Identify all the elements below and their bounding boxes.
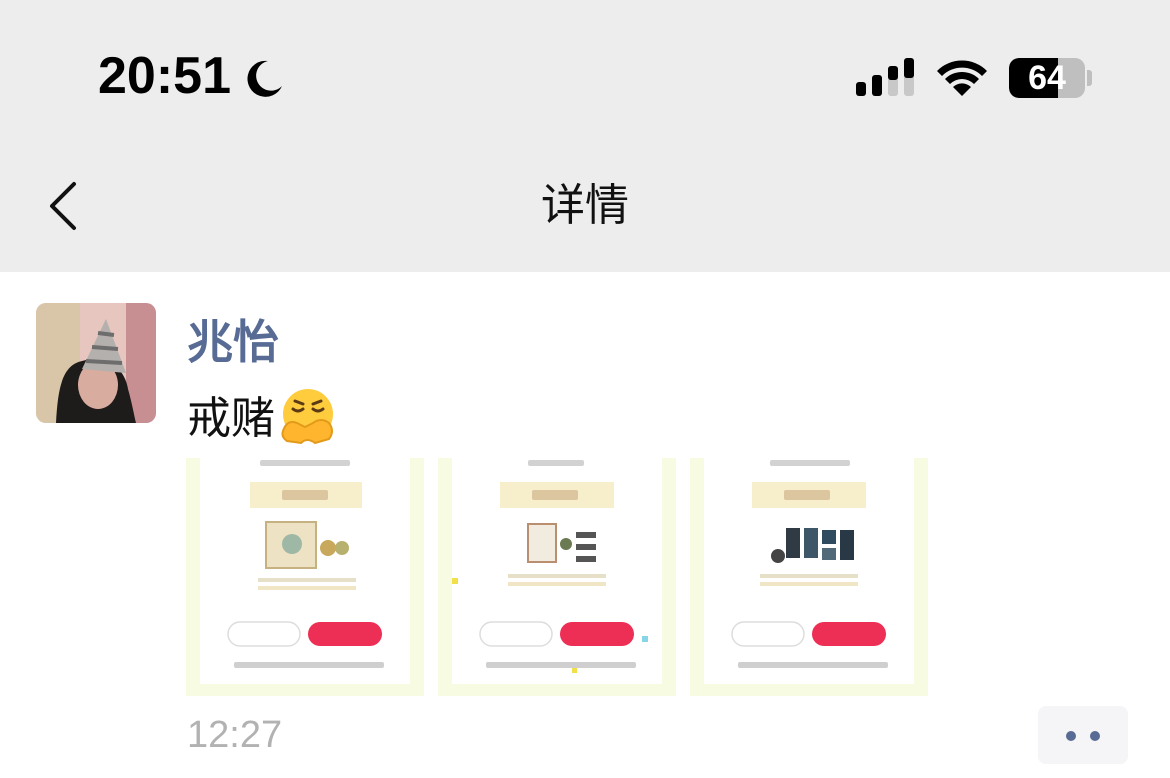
cellular-signal-icon (856, 58, 914, 96)
battery-cap (1087, 70, 1092, 86)
post-image-2-page (452, 458, 662, 684)
avatar[interactable] (36, 303, 156, 423)
post-image-2-content (452, 460, 648, 673)
moon-icon (247, 60, 282, 97)
face-with-hand-over-mouth-icon (281, 389, 333, 445)
battery-level-text: 64 (1028, 59, 1066, 97)
more-dot (1090, 731, 1100, 741)
post-text-content: 戒赌 (187, 393, 275, 444)
battery-icon: 64 (1009, 58, 1085, 98)
post-image-1-page (200, 458, 410, 684)
wifi-icon (937, 60, 987, 96)
more-dots-icon[interactable] (1038, 706, 1128, 764)
post-image-3-page (704, 458, 914, 684)
page-title: 详情 (541, 180, 629, 231)
post-image-1[interactable] (186, 458, 424, 696)
avatar-photo (36, 303, 156, 423)
post-image-1-content (227, 460, 384, 668)
post-image-3[interactable] (690, 458, 928, 696)
status-time: 20:51 (98, 47, 231, 105)
post-image-2[interactable] (438, 458, 676, 696)
post-timestamp: 12:27 (187, 714, 283, 756)
post-image-3-content (731, 460, 888, 668)
author-name[interactable]: 兆怡 (187, 306, 279, 372)
post-text: 戒赌 (187, 382, 337, 446)
more-dot (1066, 731, 1076, 741)
